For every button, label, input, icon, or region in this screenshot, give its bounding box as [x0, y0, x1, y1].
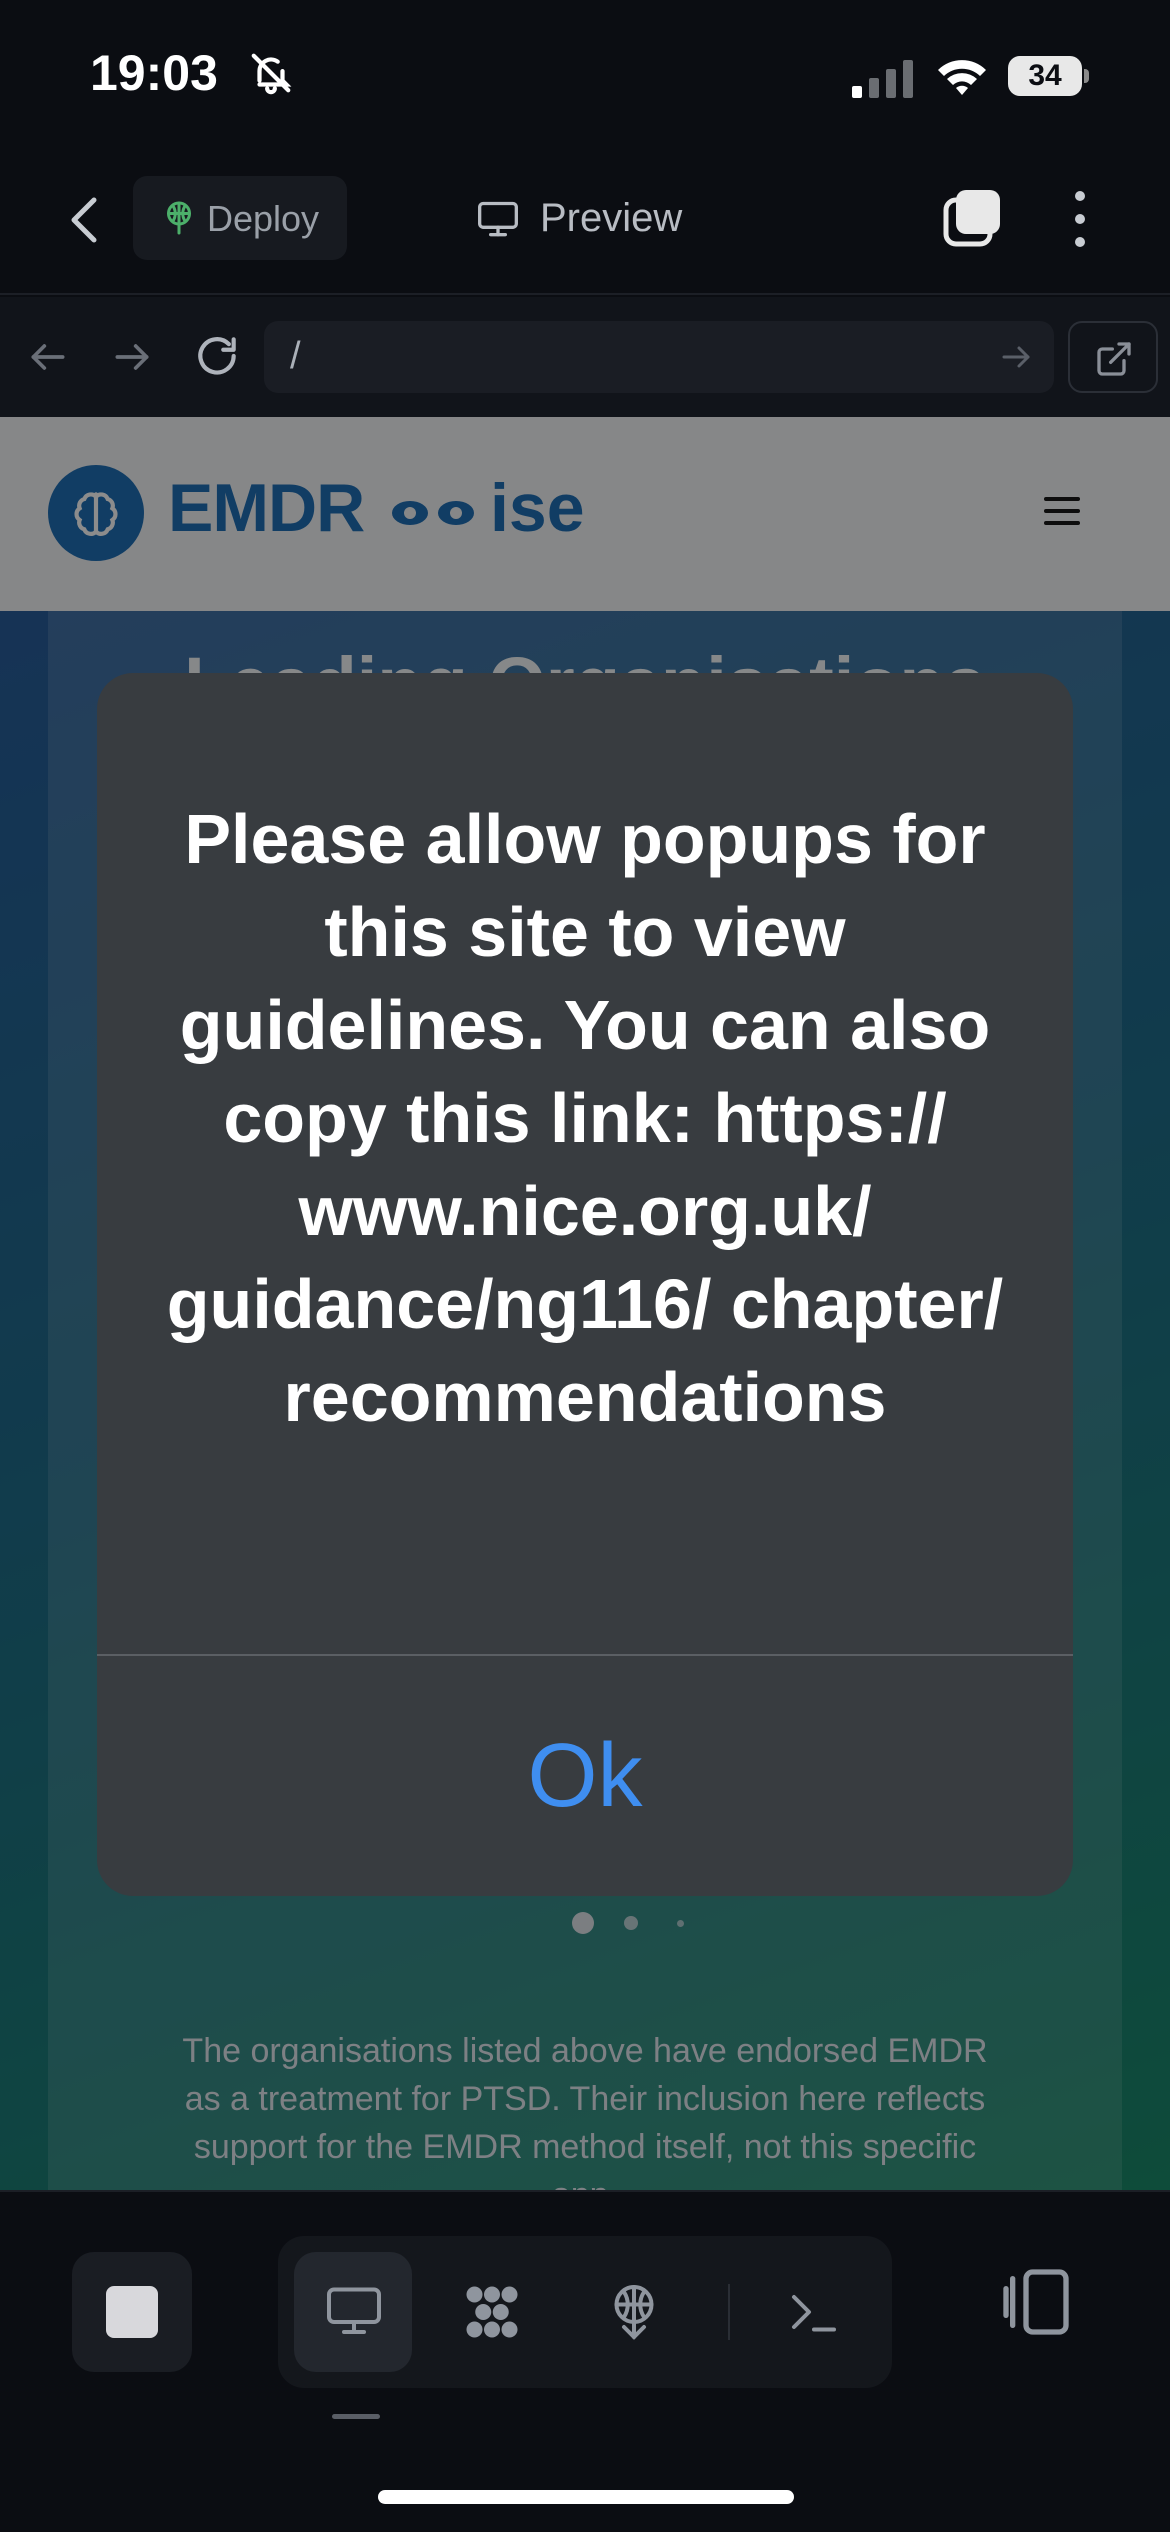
- monitor-icon: [327, 2287, 381, 2334]
- home-indicator: [378, 2490, 794, 2504]
- url-field[interactable]: /: [264, 321, 1054, 393]
- more-vertical-icon[interactable]: [1060, 186, 1100, 252]
- arrow-left-icon[interactable]: [26, 335, 70, 379]
- panel-toggle-icon[interactable]: [996, 2262, 1076, 2342]
- chevron-left-icon[interactable]: [60, 190, 110, 250]
- wifi-icon: [938, 60, 986, 95]
- components-tool-button[interactable]: [432, 2252, 550, 2372]
- terminal-tool-button[interactable]: [754, 2252, 872, 2372]
- deploy-label: Deploy: [207, 198, 320, 239]
- battery-icon: 34: [1008, 56, 1089, 96]
- preview-label: Preview: [540, 196, 683, 240]
- deploy-tool-button[interactable]: [574, 2252, 692, 2372]
- drag-handle[interactable]: [332, 2414, 380, 2419]
- tabs-icon[interactable]: [940, 186, 1006, 252]
- bottom-toolbar: [0, 2190, 1170, 2532]
- browser-bar: /: [0, 297, 1170, 417]
- open-external-button[interactable]: [1068, 321, 1158, 393]
- external-link-icon: [1097, 342, 1131, 376]
- view-tool-group: [278, 2236, 892, 2388]
- arrow-right-icon[interactable]: [998, 339, 1034, 375]
- battery-percent: 34: [1028, 59, 1062, 92]
- deploy-icon: [167, 201, 191, 235]
- alert-ok-button[interactable]: Ok: [97, 1656, 1073, 1896]
- preview-tool-button[interactable]: [294, 2252, 412, 2372]
- url-text: /: [290, 335, 301, 377]
- monitor-icon: [478, 201, 518, 237]
- signal-icon: [852, 60, 913, 98]
- stop-icon: [106, 2286, 158, 2338]
- deploy-icon: [614, 2285, 654, 2340]
- reload-icon[interactable]: [192, 331, 242, 381]
- popup-alert-dialog: Please allow popups for this site to vie…: [97, 673, 1073, 1896]
- arrow-right-icon[interactable]: [110, 335, 154, 379]
- status-bar: 19:03 34: [0, 0, 1170, 150]
- components-icon: [466, 2286, 518, 2338]
- bell-slash-icon: [251, 53, 292, 95]
- stop-button[interactable]: [72, 2252, 192, 2372]
- status-time: 19:03: [90, 45, 218, 101]
- tool-separator: [728, 2284, 730, 2340]
- alert-message: Please allow popups for this site to vie…: [166, 800, 1004, 1436]
- deploy-button[interactable]: Deploy: [133, 176, 347, 260]
- terminal-icon: [792, 2295, 836, 2332]
- app-toolbar: Deploy Preview: [0, 150, 1170, 295]
